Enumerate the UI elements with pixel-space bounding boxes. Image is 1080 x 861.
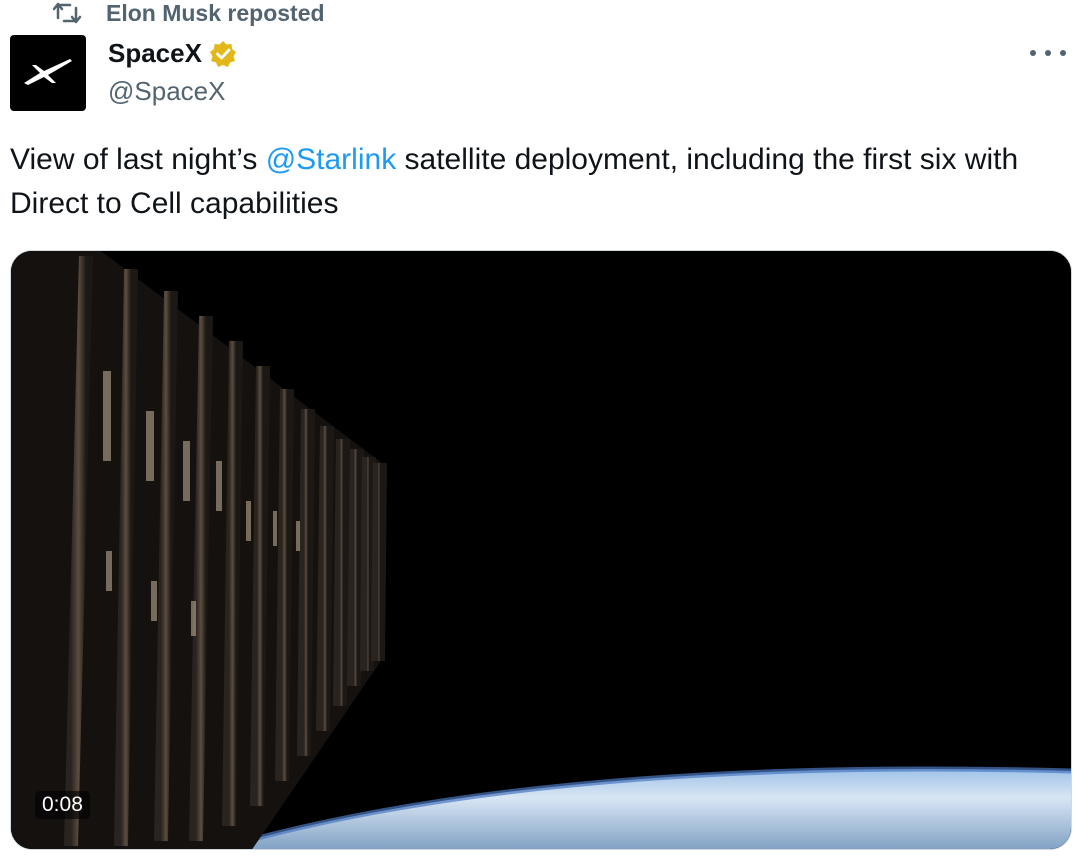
more-options-button[interactable] xyxy=(1028,40,1068,66)
avatar[interactable] xyxy=(10,35,86,111)
video-duration: 0:08 xyxy=(35,791,90,819)
verified-badge-icon[interactable] xyxy=(208,39,238,69)
video-frame xyxy=(11,251,1071,849)
tweet-text: View of last night’s @Starlink satellite… xyxy=(10,138,1070,226)
tweet-text-start: View of last night’s xyxy=(10,143,266,176)
repost-indicator[interactable]: Elon Musk reposted xyxy=(52,0,325,26)
spacex-x-logo xyxy=(24,59,72,85)
author-name-row: SpaceX xyxy=(108,38,238,69)
repost-label[interactable]: Elon Musk reposted xyxy=(106,0,325,27)
repost-icon xyxy=(52,2,82,24)
tweet-card[interactable]: Elon Musk reposted SpaceX @SpaceX View o… xyxy=(0,0,1080,861)
author-handle[interactable]: @SpaceX xyxy=(108,76,225,107)
more-options-icon xyxy=(1030,50,1036,56)
mention-link[interactable]: @Starlink xyxy=(266,143,397,176)
video-player[interactable]: 0:08 xyxy=(10,250,1072,850)
author-display-name[interactable]: SpaceX xyxy=(108,38,202,69)
